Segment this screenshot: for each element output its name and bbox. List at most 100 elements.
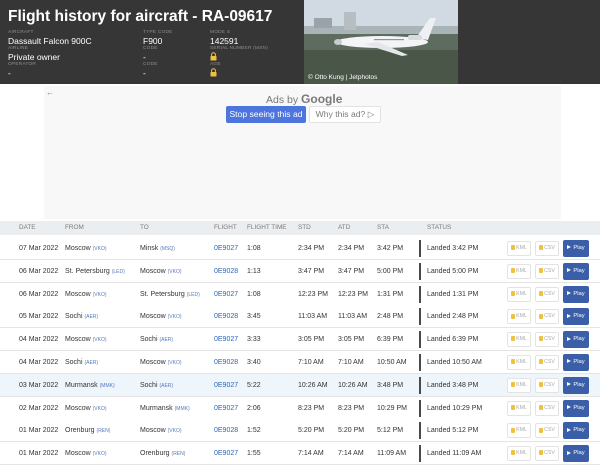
csv-button[interactable]: CSV [535, 263, 559, 279]
from-cell[interactable]: Moscow (VKO) [65, 442, 107, 465]
kml-button[interactable]: KML [507, 377, 531, 393]
std-cell: 7:10 AM [298, 359, 324, 366]
play-icon [567, 427, 572, 432]
play-icon [567, 450, 572, 455]
kml-button[interactable]: KML [507, 355, 531, 370]
flight-link[interactable]: 0E9027 [214, 328, 238, 351]
csv-button[interactable]: CSV [535, 309, 559, 325]
age-value [210, 68, 221, 78]
kml-button[interactable]: KML [507, 400, 531, 416]
play-button[interactable]: Play [563, 354, 589, 371]
to-cell[interactable]: Orenburg (REN) [140, 442, 185, 465]
to-cell[interactable]: Moscow (VKO) [140, 419, 182, 442]
from-cell[interactable]: Moscow (VKO) [65, 237, 107, 260]
code2-info: Code - [143, 62, 158, 78]
kml-button[interactable]: KML [507, 241, 531, 256]
flight-time-cell: 3:45 [247, 313, 261, 321]
flight-link[interactable]: 0E9028 [214, 419, 238, 442]
flight-link[interactable]: 0E9027 [214, 442, 238, 465]
why-this-ad-button[interactable]: Why this ad? ▷ [309, 106, 381, 123]
lock-icon [210, 68, 217, 77]
table-row[interactable]: 04 Mar 2022 Sochi (AER) Moscow (VKO) 0E9028… [0, 351, 600, 374]
play-label: Play [573, 404, 585, 411]
flight-link[interactable]: 0E9027 [214, 237, 238, 260]
play-button[interactable]: Play [563, 308, 589, 326]
stop-seeing-ad-button[interactable]: Stop seeing this ad [226, 106, 306, 123]
table-row[interactable]: 04 Mar 2022 Moscow (VKO) Sochi (AER) 0E9027… [0, 328, 600, 352]
csv-button[interactable]: CSV [535, 377, 559, 393]
flight-time-cell: 1:13 [247, 267, 261, 275]
csv-button[interactable]: CSV [535, 332, 559, 348]
table-row[interactable]: 05 Mar 2022 Sochi (AER) Moscow (VKO) 0E9028… [0, 305, 600, 329]
date-cell: 03 Mar 2022 [19, 381, 59, 389]
table-row[interactable]: 01 Mar 2022 Orenburg (REN) Moscow (VKO) 0E9… [0, 419, 600, 443]
to-cell[interactable]: Moscow (VKO) [140, 351, 182, 374]
table-row[interactable]: 02 Mar 2022 Moscow (VKO) Murmansk (MMK) 0E9… [0, 396, 600, 420]
from-cell[interactable]: Moscow (VKO) [65, 328, 107, 351]
kml-button[interactable]: KML [507, 332, 531, 348]
aircraft-photo[interactable]: © Otto Kung | Jetphotos [304, 0, 458, 84]
flight-link[interactable]: 0E9027 [214, 283, 238, 306]
csv-button[interactable]: CSV [535, 400, 559, 416]
status-cell: Landed 5:00 PM [427, 267, 479, 275]
play-button[interactable]: Play [563, 240, 589, 257]
kml-button[interactable]: KML [507, 286, 531, 302]
flight-link[interactable]: 0E9028 [214, 305, 238, 328]
csv-button[interactable]: CSV [535, 355, 559, 370]
csv-label: CSV [544, 267, 555, 274]
to-cell[interactable]: Moscow (VKO) [140, 305, 182, 328]
play-button[interactable]: Play [563, 262, 589, 280]
csv-button[interactable]: CSV [535, 241, 559, 256]
flight-link[interactable]: 0E9027 [214, 397, 238, 420]
table-row[interactable]: 06 Mar 2022 St. Petersburg (LED) Moscow (V… [0, 259, 600, 283]
to-city: Orenburg [140, 450, 170, 458]
to-cell[interactable]: Sochi (AER) [140, 328, 173, 351]
msn-value [210, 52, 268, 62]
to-city: Minsk [140, 245, 159, 252]
to-cell[interactable]: Sochi (AER) [140, 374, 173, 397]
sta-cell: 10:50 AM [377, 359, 407, 366]
play-button[interactable]: Play [563, 376, 589, 394]
flight-link[interactable]: 0E9028 [214, 351, 238, 374]
csv-button[interactable]: CSV [535, 286, 559, 302]
kml-button[interactable]: KML [507, 423, 531, 439]
table-row[interactable]: 06 Mar 2022 Moscow (VKO) St. Petersburg (L… [0, 282, 600, 306]
csv-button[interactable]: CSV [535, 446, 559, 462]
play-icon [567, 382, 572, 387]
lock-icon [539, 381, 544, 387]
from-cell[interactable]: Moscow (VKO) [65, 283, 107, 306]
play-button[interactable]: Play [563, 331, 589, 349]
from-cell[interactable]: Orenburg (REN) [65, 419, 110, 442]
to-cell[interactable]: Murmansk (MMK) [140, 397, 190, 420]
play-button[interactable]: Play [563, 285, 589, 303]
lock-icon [511, 427, 516, 433]
from-cell[interactable]: St. Petersburg (LED) [65, 260, 125, 283]
from-code: (VKO) [92, 451, 107, 458]
from-cell[interactable]: Sochi (AER) [65, 351, 98, 374]
sta-cell: 1:31 PM [377, 290, 404, 298]
photo-credit[interactable]: © Otto Kung | Jetphotos [308, 74, 377, 81]
table-row[interactable]: 03 Mar 2022 Murmansk (MMK) Sochi (AER) 0E90… [0, 373, 600, 397]
kml-button[interactable]: KML [507, 309, 531, 325]
flight-link[interactable]: 0E9027 [214, 374, 238, 397]
to-cell[interactable]: Moscow (VKO) [140, 260, 182, 283]
lock-icon [511, 359, 516, 365]
play-button[interactable]: Play [563, 422, 589, 440]
table-row[interactable]: 01 Mar 2022 Moscow (VKO) Orenburg (REN) 0E9… [0, 442, 600, 465]
play-button[interactable]: Play [563, 399, 589, 417]
back-arrow-icon[interactable]: ← [46, 89, 54, 97]
play-button[interactable]: Play [563, 445, 589, 463]
csv-button[interactable]: CSV [535, 423, 559, 439]
from-cell[interactable]: Sochi (AER) [65, 305, 98, 328]
to-cell[interactable]: Minsk (MSQ) [140, 237, 175, 260]
kml-button[interactable]: KML [507, 446, 531, 462]
to-cell[interactable]: St. Petersburg (LED) [140, 283, 200, 306]
from-cell[interactable]: Murmansk (MMK) [65, 374, 115, 397]
date-cell: 06 Mar 2022 [19, 267, 59, 275]
flight-link[interactable]: 0E9028 [214, 260, 238, 283]
from-cell[interactable]: Moscow (VKO) [65, 397, 107, 420]
std-cell: 7:14 AM [298, 450, 324, 458]
mode-s-value: 142591 [210, 36, 239, 46]
table-row[interactable]: 07 Mar 2022 Moscow (VKO) Minsk (MSQ) 0E9027… [0, 237, 600, 260]
kml-button[interactable]: KML [507, 263, 531, 279]
